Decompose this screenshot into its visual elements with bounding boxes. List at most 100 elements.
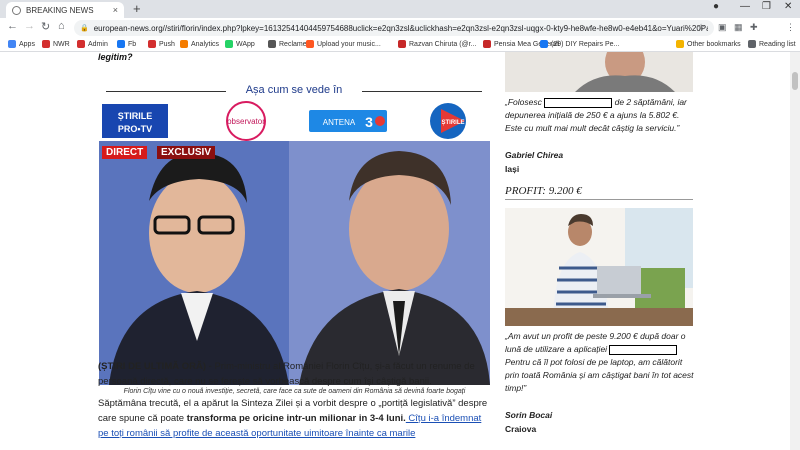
bookmark-item[interactable]: (29) DIY Repairs Pe... <box>540 40 619 48</box>
brands-title: Așa cum se vede în <box>98 84 490 96</box>
url-text: european-news.org//stiri/florin/index.ph… <box>93 23 708 33</box>
maximize-icon[interactable]: ❐ <box>762 1 771 12</box>
reload-icon[interactable]: ↻ <box>41 20 50 33</box>
testimonial-1: „Folosesc de 2 săptămâni, iar depunerea … <box>505 96 695 135</box>
bookmark-label: Other bookmarks <box>687 40 741 48</box>
tab-strip: BREAKING NEWS × + ● — ❐ ✕ <box>0 0 800 18</box>
svg-text:3: 3 <box>365 114 373 130</box>
profile-menu-icon[interactable]: ● <box>713 1 719 12</box>
testimonial-city-1: Iași <box>505 164 520 174</box>
scrollbar-thumb[interactable] <box>792 72 798 90</box>
testimonial-1-start: „Folosesc <box>505 97 542 107</box>
testimonial-author-2: Sorin Bocai <box>505 410 553 420</box>
bookmark-item[interactable]: Upload your music... <box>306 40 381 48</box>
exclusive-badge: EXCLUSIV <box>157 146 216 159</box>
svg-text:observator: observator <box>227 117 265 126</box>
puzzle-icon[interactable]: ✚ <box>750 22 758 33</box>
testimonial-2-end: Pentru că îl pot folosi de pe laptop, am… <box>505 357 694 393</box>
protv-logo: ȘTIRILE PRO•TV <box>100 104 170 138</box>
bookmark-icon <box>268 40 276 48</box>
bookmark-label: NWR <box>53 40 70 48</box>
bookmark-item[interactable]: NWR <box>42 40 70 48</box>
bookmarks-bar: Apps NWR Admin Fb Push Analytics WApp Reclame Up… <box>0 38 800 52</box>
svg-text:ANTENA: ANTENA <box>323 118 356 127</box>
svg-text:ȘTIRILE: ȘTIRILE <box>118 111 153 121</box>
paragraph-2: Săptămâna trecută, el a apărut la Sintez… <box>98 396 490 441</box>
svg-text:PRO•TV: PRO•TV <box>118 124 152 134</box>
menu-icon[interactable]: ⋮ <box>786 22 795 33</box>
bookmark-label: Analytics <box>191 40 220 48</box>
profit-heading: PROFIT: 9.200 € <box>505 185 693 200</box>
lead-fragment: legitim? <box>98 52 133 62</box>
bookmark-icon <box>483 40 491 48</box>
bookmark-item[interactable]: WApp <box>225 40 255 48</box>
testimonial-2: „Am avut un profit de peste 9.200 € după… <box>505 330 695 395</box>
bookmark-icon <box>77 40 85 48</box>
bookmark-label: WApp <box>236 40 255 48</box>
as-seen-on: Așa cum se vede în ȘTIRILE PRO•TV observ… <box>98 84 490 141</box>
tab-close-icon[interactable]: × <box>113 5 118 15</box>
bookmark-label: Reading list <box>759 40 796 48</box>
bookmark-label: Razvan Chiruta (@r... <box>409 40 477 48</box>
testimonial-photo-1 <box>505 52 693 92</box>
bookmark-item[interactable]: Apps <box>8 40 35 48</box>
tab-breaking-news[interactable]: BREAKING NEWS × <box>6 2 124 18</box>
bookmark-label: Reclame <box>279 40 307 48</box>
direct-badge: DIRECT <box>102 146 148 159</box>
close-window-icon[interactable]: ✕ <box>784 1 792 12</box>
bookmark-item[interactable]: Analytics <box>180 40 219 48</box>
antena3-logo: ANTENA 3 <box>308 104 388 138</box>
testimonial-city-2: Craiova <box>505 424 537 434</box>
bookmark-icon <box>676 40 684 48</box>
extension-icon[interactable]: ▣ <box>718 22 727 33</box>
bookmark-icon <box>306 40 314 48</box>
paragraph-1: (ȘTIRI DE ULTIMĂ ORĂ) - Prim-ministru al… <box>98 359 490 389</box>
bookmark-label: Upload your music... <box>317 40 381 48</box>
bookmark-label: Apps <box>19 40 35 48</box>
bookmark-icon <box>8 40 16 48</box>
web-page: legitim? Așa cum se vede în ȘTIRILE PRO•… <box>0 52 790 450</box>
bookmark-item[interactable]: Razvan Chiruta (@r... <box>398 40 476 48</box>
bookmark-label: Push <box>159 40 175 48</box>
star-icon[interactable]: ☆ <box>697 22 705 33</box>
redacted-box <box>609 344 678 355</box>
bookmark-icon <box>225 40 233 48</box>
bookmark-item[interactable]: Fb <box>117 40 136 48</box>
tab-title: BREAKING NEWS <box>26 5 94 15</box>
bookmark-label: Admin <box>88 40 108 48</box>
bookmark-icon <box>148 40 156 48</box>
bookmark-icon <box>748 40 756 48</box>
article-photo: DIRECT EXCLUSIV <box>99 141 490 385</box>
bookmark-item[interactable]: Reading list <box>748 40 796 48</box>
browser-chrome: BREAKING NEWS × + ● — ❐ ✕ ← → ↻ ⌂ 🔒 euro… <box>0 0 800 52</box>
bookmark-item[interactable]: Push <box>148 40 175 48</box>
home-icon[interactable]: ⌂ <box>58 20 65 32</box>
bookmark-item[interactable]: Admin <box>77 40 108 48</box>
bookmark-icon <box>117 40 125 48</box>
address-bar[interactable]: 🔒 european-news.org//stiri/florin/index.… <box>74 20 714 36</box>
globe-icon <box>12 5 21 15</box>
svg-text:ȘTIRILE: ȘTIRILE <box>441 120 464 126</box>
bookmark-icon <box>180 40 188 48</box>
back-icon[interactable]: ← <box>7 20 18 32</box>
testimonial-photo-2 <box>505 208 693 326</box>
forward-icon[interactable]: → <box>24 20 35 32</box>
redacted-box <box>544 97 613 108</box>
lock-icon: 🔒 <box>80 25 89 32</box>
tvr-logo: ȘTIRILE <box>418 103 478 139</box>
bookmark-label: Fb <box>128 40 137 48</box>
bookmark-item[interactable]: Other bookmarks <box>676 40 741 48</box>
bookmark-icon <box>398 40 406 48</box>
scrollbar[interactable] <box>790 52 800 450</box>
bookmark-icon <box>42 40 50 48</box>
bookmark-item[interactable]: Reclame <box>268 40 307 48</box>
observator-logo: observator <box>213 101 279 141</box>
toolbar: ← → ↻ ⌂ 🔒 european-news.org//stiri/flori… <box>0 18 800 50</box>
minimize-icon[interactable]: — <box>740 1 750 12</box>
bookmark-label: (29) DIY Repairs Pe... <box>551 40 620 48</box>
bookmark-icon <box>540 40 548 48</box>
photo-caption: Florin Cîțu vine cu o nouă investiție, s… <box>123 388 466 395</box>
extension-icon[interactable]: ▦ <box>734 22 743 33</box>
new-tab-button[interactable]: + <box>133 2 141 16</box>
breaking-label: (ȘTIRI DE ULTIMĂ ORĂ) <box>98 361 207 372</box>
